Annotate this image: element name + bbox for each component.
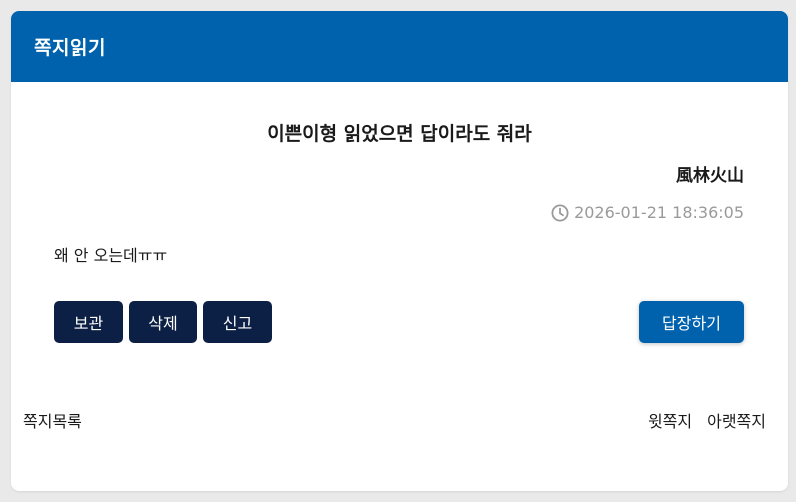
- report-button[interactable]: 신고: [203, 301, 272, 343]
- save-button[interactable]: 보관: [54, 301, 123, 343]
- previous-message-link[interactable]: 윗쪽지: [648, 408, 692, 432]
- message-sender: 風林火山: [676, 166, 744, 186]
- card-header: 쪽지읽기: [11, 11, 788, 82]
- delete-button[interactable]: 삭제: [129, 301, 197, 343]
- message-list-link[interactable]: 쪽지목록: [23, 408, 82, 432]
- message-card: 쪽지읽기 이쁜이형 읽었으면 답이라도 줘라 風林火山 2026-01-21 1…: [11, 11, 788, 491]
- message-body: 왜 안 오는데ㅠㅠ: [54, 246, 168, 265]
- datetime-text: 2026-01-21 18:36:05: [574, 203, 744, 222]
- message-pagination: 윗쪽지 아랫쪽지: [648, 408, 766, 432]
- next-message-link[interactable]: 아랫쪽지: [707, 408, 766, 432]
- clock-icon: [551, 204, 569, 222]
- page-title: 쪽지읽기: [34, 37, 106, 59]
- reply-button[interactable]: 답장하기: [639, 301, 744, 343]
- message-datetime: 2026-01-21 18:36:05: [551, 203, 744, 222]
- message-subject: 이쁜이형 읽었으면 답이라도 줘라: [267, 123, 532, 145]
